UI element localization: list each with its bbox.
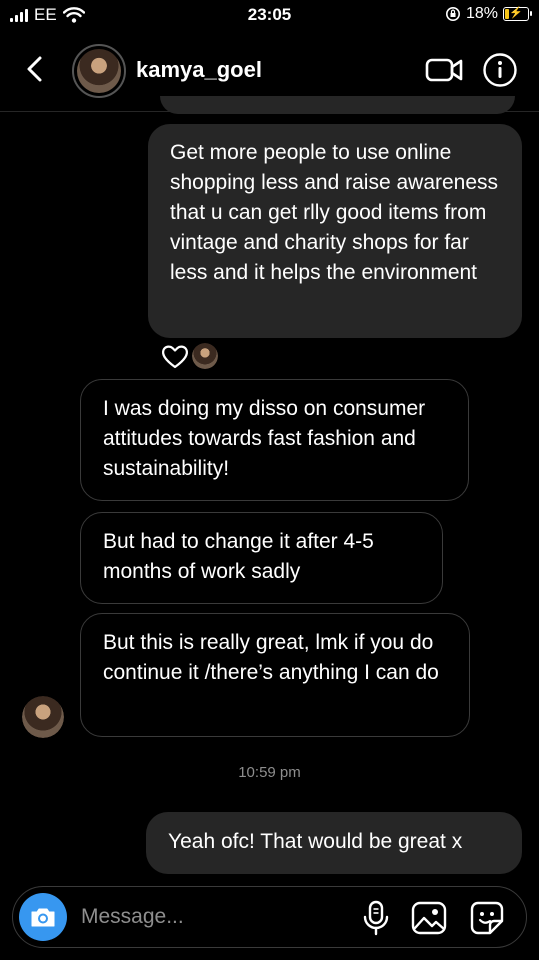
message-reaction[interactable] <box>160 342 218 370</box>
avatar-image <box>77 49 121 93</box>
orientation-lock-icon <box>445 7 460 21</box>
sticker-icon[interactable] <box>469 900 505 936</box>
avatar-image <box>192 343 218 369</box>
gallery-icon[interactable] <box>411 900 447 936</box>
message-bubble-received[interactable]: But had to change it after 4-5 months of… <box>80 512 443 604</box>
avatar[interactable] <box>72 44 126 98</box>
battery-charging-icon: ⚡ <box>503 7 532 21</box>
message-timestamp: 10:59 pm <box>238 764 301 781</box>
previous-message-peek <box>160 96 515 114</box>
back-arrow-icon[interactable] <box>18 52 52 86</box>
message-input[interactable] <box>81 901 351 933</box>
heart-icon <box>162 345 188 369</box>
info-icon[interactable] <box>482 52 518 88</box>
message-bubble-sent[interactable]: Get more people to use online shopping l… <box>148 124 522 338</box>
message-composer <box>12 886 527 948</box>
message-bubble-sent[interactable]: Yeah ofc! That would be great x <box>146 812 522 874</box>
camera-icon <box>31 908 55 927</box>
username[interactable]: kamya_goel <box>136 57 262 83</box>
microphone-icon[interactable] <box>361 900 391 936</box>
battery-percent: 18% <box>465 5 498 22</box>
status-right: 18% ⚡ <box>445 5 532 23</box>
video-call-icon[interactable] <box>424 54 464 86</box>
avatar-image <box>22 696 64 738</box>
status-bar: EE 23:05 18% ⚡ <box>0 0 539 32</box>
reaction-avatar <box>192 343 218 369</box>
chat-screen: EE 23:05 18% ⚡ kamya_goel Get more peopl… <box>0 0 539 960</box>
message-bubble-received[interactable]: But this is really great, lmk if you do … <box>80 613 470 737</box>
camera-button[interactable] <box>19 893 67 941</box>
sender-avatar[interactable] <box>22 696 64 738</box>
charging-bolt-icon: ⚡ <box>509 7 523 19</box>
message-bubble-received[interactable]: I was doing my disso on consumer attitud… <box>80 379 469 501</box>
